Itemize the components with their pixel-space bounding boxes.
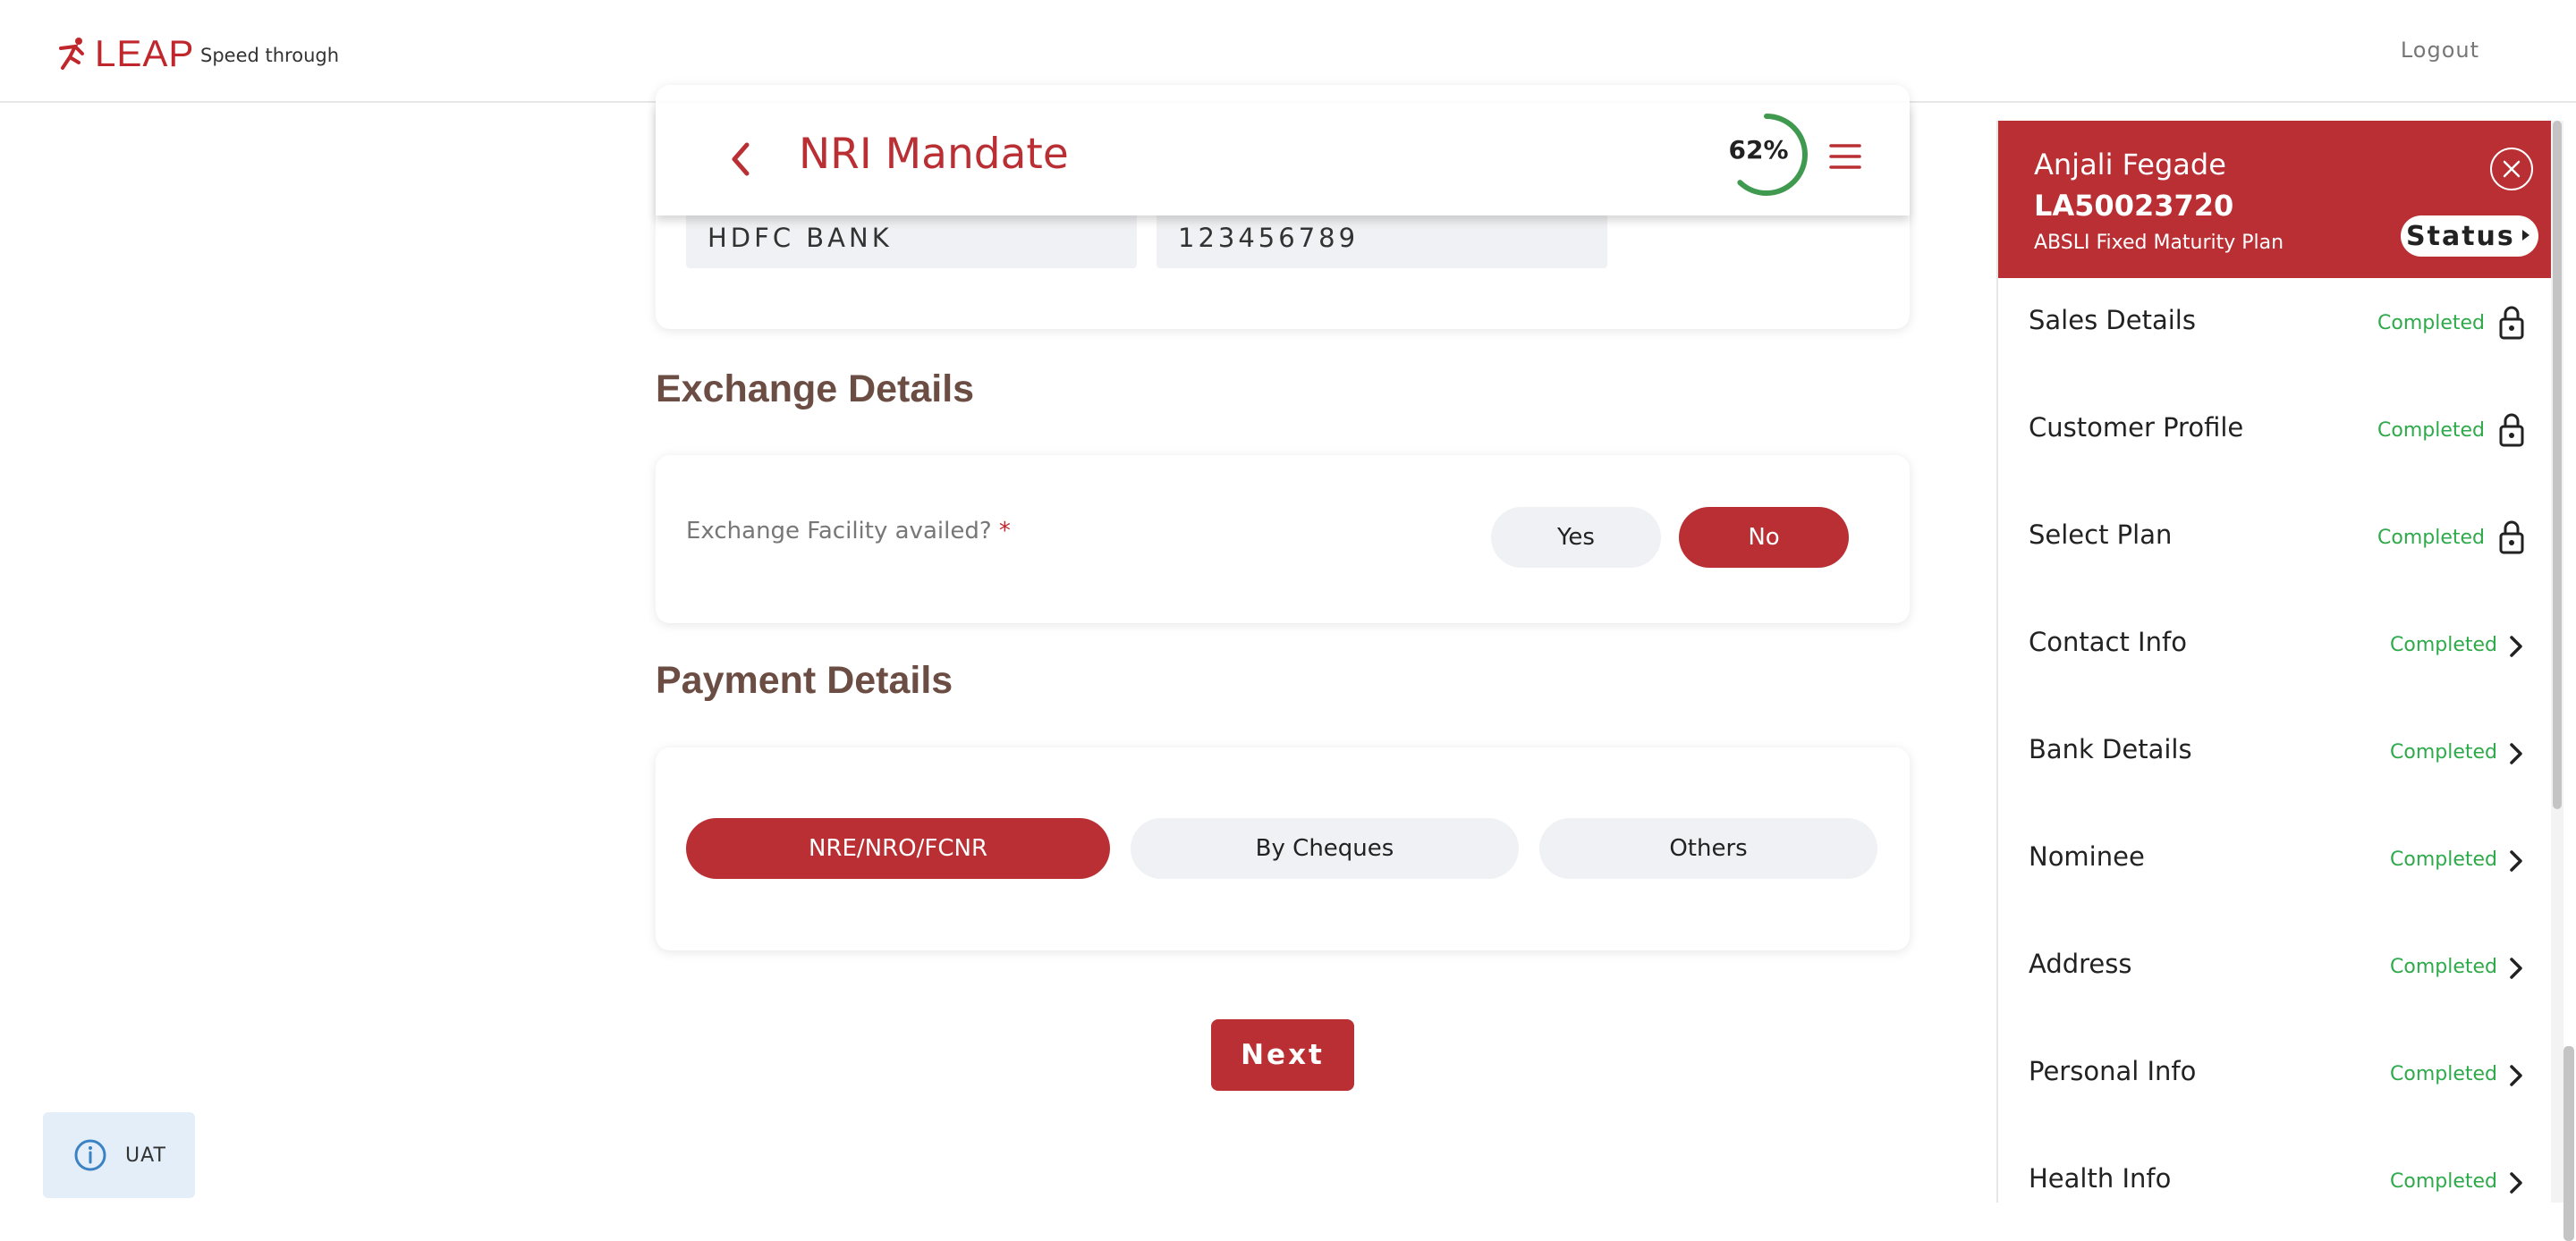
environment-label: UAT xyxy=(125,1144,166,1167)
chevron-right-icon xyxy=(2510,1065,2522,1086)
chevron-left-icon xyxy=(732,142,750,176)
lock-icon xyxy=(2499,520,2524,554)
lock-icon xyxy=(2499,413,2524,447)
info-icon xyxy=(74,1139,106,1171)
payment-details-heading: Payment Details xyxy=(656,659,953,702)
sidebar-item-status: Completed xyxy=(2390,634,2497,656)
sidebar-item-label: Nominee xyxy=(2029,841,2145,872)
application-sidebar: Anjali Fegade LA50023720 ABSLI Fixed Mat… xyxy=(1996,121,2551,1203)
payment-nre-nro-fcnr-button[interactable]: NRE/NRO/FCNR xyxy=(686,818,1110,879)
sidebar-item-address[interactable]: Address Completed xyxy=(1998,922,2551,1029)
sidebar-item-select-plan[interactable]: Select Plan Completed xyxy=(1998,493,2551,600)
sidebar-item-nominee[interactable]: Nominee Completed xyxy=(1998,815,2551,922)
customer-name: Anjali Fegade xyxy=(2034,148,2226,182)
payment-by-cheques-button[interactable]: By Cheques xyxy=(1131,818,1519,879)
back-button[interactable] xyxy=(718,137,763,182)
sidebar-item-label: Address xyxy=(2029,949,2132,979)
exchange-yes-button[interactable]: Yes xyxy=(1491,507,1661,568)
logout-link[interactable]: Logout xyxy=(2401,38,2479,63)
sidebar-item-bank-details[interactable]: Bank Details Completed xyxy=(1998,707,2551,815)
sidebar-item-customer-profile[interactable]: Customer Profile Completed xyxy=(1998,385,2551,493)
plan-name: ABSLI Fixed Maturity Plan xyxy=(2034,232,2284,254)
sidebar-item-contact-info[interactable]: Contact Info Completed xyxy=(1998,600,2551,707)
bank-name-field[interactable]: HDFC BANK xyxy=(686,210,1137,268)
page-title: NRI Mandate xyxy=(799,130,1069,179)
chevron-right-icon xyxy=(2510,1172,2522,1194)
chevron-right-icon xyxy=(2510,850,2522,872)
exchange-no-button[interactable]: No xyxy=(1679,507,1849,568)
sidebar-scrollbar[interactable] xyxy=(2553,121,2562,809)
sidebar-item-personal-info[interactable]: Personal Info Completed xyxy=(1998,1029,2551,1136)
exchange-question: Exchange Facility availed? * xyxy=(686,518,1011,545)
sidebar-item-status: Completed xyxy=(2390,848,2497,871)
chevron-right-icon xyxy=(2510,743,2522,764)
runner-logo-icon xyxy=(55,36,88,72)
sidebar-item-label: Personal Info xyxy=(2029,1056,2197,1086)
sidebar-item-status: Completed xyxy=(2377,527,2485,549)
status-label: Status xyxy=(2406,220,2515,252)
required-marker: * xyxy=(998,518,1011,545)
application-id: LA50023720 xyxy=(2034,189,2234,223)
sidebar-item-status: Completed xyxy=(2390,1170,2497,1193)
sidebar-item-label: Bank Details xyxy=(2029,734,2192,764)
menu-icon xyxy=(1829,144,1861,169)
sidebar-item-status: Completed xyxy=(2390,956,2497,978)
leap-logo[interactable]: LEAP xyxy=(55,32,194,75)
environment-badge[interactable]: UAT xyxy=(43,1112,195,1198)
chevron-right-icon xyxy=(2510,958,2522,979)
sidebar-item-label: Sales Details xyxy=(2029,305,2196,335)
sidebar-item-sales-details[interactable]: Sales Details Completed xyxy=(1998,278,2551,385)
close-sidebar-button[interactable] xyxy=(2490,148,2533,190)
payment-others-button[interactable]: Others xyxy=(1539,818,1877,879)
exchange-details-card: Exchange Facility availed? * Yes No xyxy=(656,455,1910,623)
lock-icon xyxy=(2499,306,2524,340)
exchange-question-text: Exchange Facility availed? xyxy=(686,518,992,545)
chevron-right-icon xyxy=(2510,636,2522,657)
hamburger-menu-button[interactable] xyxy=(1827,139,1863,174)
customer-header: Anjali Fegade LA50023720 ABSLI Fixed Mat… xyxy=(1998,121,2551,278)
account-number-field[interactable]: 123456789 xyxy=(1157,210,1607,268)
sidebar-item-label: Customer Profile xyxy=(2029,412,2244,443)
sidebar-item-status: Completed xyxy=(2377,312,2485,334)
logo-text: LEAP xyxy=(95,32,195,74)
caret-right-icon xyxy=(2522,230,2529,241)
status-button[interactable]: Status xyxy=(2401,215,2538,257)
tagline: Speed through xyxy=(200,45,340,66)
section-list: Sales Details Completed Customer Profile… xyxy=(1998,278,2551,1203)
page-scrollbar[interactable] xyxy=(2563,1046,2574,1241)
close-icon xyxy=(2503,160,2521,178)
exchange-details-heading: Exchange Details xyxy=(656,367,975,410)
sidebar-item-status: Completed xyxy=(2390,741,2497,764)
sidebar-item-health-info[interactable]: Health Info Completed xyxy=(1998,1136,2551,1203)
payment-details-card: NRE/NRO/FCNR By Cheques Others xyxy=(656,747,1910,950)
sidebar-item-label: Health Info xyxy=(2029,1163,2172,1194)
sidebar-item-status: Completed xyxy=(2390,1063,2497,1085)
page-header: NRI Mandate 62% xyxy=(656,103,1910,215)
progress-percent: 62% xyxy=(1728,135,1789,165)
sidebar-item-label: Select Plan xyxy=(2029,519,2173,550)
sidebar-item-status: Completed xyxy=(2377,419,2485,442)
next-button[interactable]: Next xyxy=(1211,1019,1354,1091)
sidebar-item-label: Contact Info xyxy=(2029,627,2187,657)
